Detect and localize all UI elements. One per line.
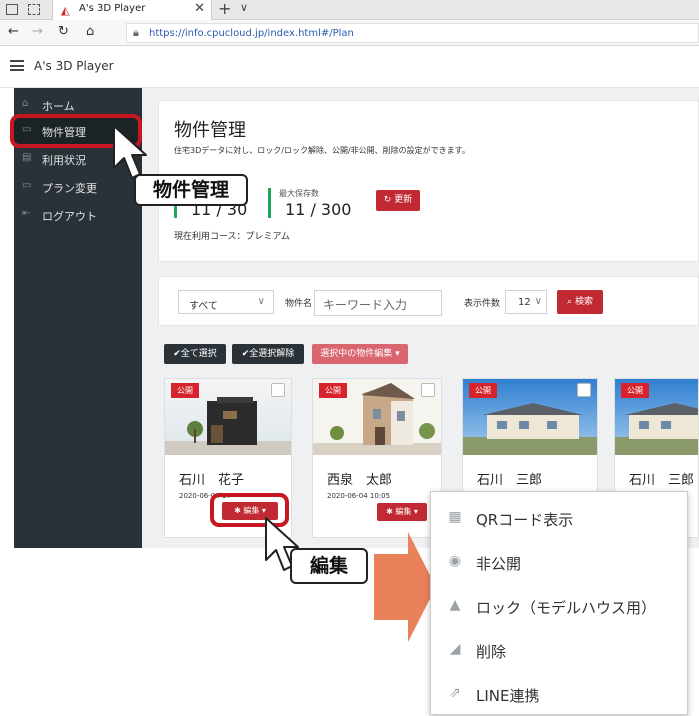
updated-date: 2020-06-04 10:05 (327, 492, 391, 500)
public-badge: 公開 (171, 383, 199, 398)
lock-icon: ▲ (449, 597, 461, 613)
logout-icon: ⇤ (22, 208, 31, 219)
refresh-label: 更新 (394, 195, 413, 205)
chart-icon: ▤ (22, 152, 32, 163)
share-icon: ⇗ (449, 685, 461, 701)
keyword-placeholder: キーワード入力 (323, 298, 408, 312)
public-badge: 公開 (469, 383, 497, 398)
address-url[interactable]: https://info.cpucloud.jp/index.html#/Pla… (149, 28, 354, 39)
forward-icon[interactable]: → (32, 24, 43, 39)
browser-nav-bar: ← → ↻ ⌂ 🔒︎ https://info.cpucloud.jp/inde… (0, 20, 699, 46)
new-tab-button[interactable]: + (218, 0, 231, 18)
eye-slash-icon: ◉ (448, 553, 462, 569)
caret-down-icon: ▾ (395, 349, 400, 359)
refresh-button[interactable]: ↻ 更新 (376, 190, 420, 211)
public-badge: 公開 (621, 383, 649, 398)
owner-name: 石川 花子 (179, 473, 245, 488)
address-bar[interactable]: 🔒︎ https://info.cpucloud.jp/index.html#/… (126, 23, 699, 43)
sidebar-item-label: ホーム (42, 100, 75, 113)
refresh-icon: ↻ (383, 195, 392, 205)
select-checkbox[interactable] (421, 383, 435, 397)
tab-dropdown-icon[interactable]: ∨ (240, 1, 248, 14)
caret-down-icon: ▾ (413, 507, 418, 516)
select-checkbox[interactable] (271, 383, 285, 397)
site-lock-icon: 🔒︎ (133, 26, 139, 39)
keyword-input[interactable]: キーワード入力 (314, 290, 442, 316)
hamburger-menu-icon[interactable] (10, 60, 24, 71)
page-description: 住宅3Dデータに対し、ロック/ロック解除、公開/非公開、削除の設定ができます。 (174, 146, 470, 155)
property-card[interactable]: 公開 西泉 太郎 2020-06-04 10:05 ✱ 編集 ▾ (312, 378, 442, 538)
property-thumbnail[interactable]: 公開 (463, 379, 597, 455)
refresh-icon[interactable]: ↻ (58, 24, 69, 39)
select-all-button[interactable]: ✔全て選択 (164, 344, 226, 364)
tab-close-icon[interactable]: ✕ (194, 1, 205, 16)
chevron-down-icon: ∨ (257, 296, 265, 307)
sidebar-item-logout[interactable]: ⇤ ログアウト (14, 202, 142, 228)
property-thumbnail[interactable]: 公開 (165, 379, 291, 455)
app-favicon-icon: ◭ (61, 4, 70, 17)
page-title: 物件管理 (174, 120, 246, 141)
app-title: A's 3D Player (34, 59, 114, 73)
menu-item-qr-code[interactable]: ▦ QRコード表示 (431, 496, 689, 540)
owner-name: 石川 三郎 (477, 473, 543, 488)
stat-value: 11 / 300 (285, 200, 352, 219)
edit-label: 編集 (395, 507, 412, 516)
chevron-down-icon: ∨ (534, 296, 542, 307)
public-badge: 公開 (319, 383, 347, 398)
current-course: 現在利用コース：プレミアム (174, 232, 290, 242)
callout-edit: 編集 (290, 548, 368, 584)
status-select-value: すべて (189, 301, 218, 312)
tab-groups-icon[interactable] (28, 4, 40, 15)
orange-arrow-icon (374, 532, 436, 642)
browser-tab-bar: ◭ A's 3D Player ✕ + ∨ (0, 0, 699, 20)
menu-item-label: ロック（モデルハウス用） (476, 599, 657, 617)
edit-dropdown-menu: ▦ QRコード表示 ◉ 非公開 ▲ ロック（モデルハウス用） ◢ 削除 ⇗ LI… (430, 491, 688, 715)
search-icon: ⌕ (567, 297, 573, 307)
sidebar-item-label: プラン変更 (42, 182, 97, 195)
status-select[interactable]: すべて ∨ (178, 290, 274, 314)
back-icon[interactable]: ← (8, 24, 19, 39)
menu-item-lock[interactable]: ▲ ロック（モデルハウス用） (431, 584, 689, 628)
card-icon: ▭ (22, 180, 32, 191)
eraser-icon: ◢ (449, 641, 461, 657)
property-thumbnail[interactable]: 公開 (615, 379, 698, 455)
count-select[interactable]: 12 ∨ (505, 290, 547, 314)
card-edit-button[interactable]: ✱ 編集 ▾ (377, 503, 427, 521)
property-thumbnail[interactable]: 公開 (313, 379, 441, 455)
menu-item-label: 非公開 (476, 555, 522, 573)
tab-actions-icon[interactable] (6, 4, 18, 15)
owner-name: 石川 三郎 (629, 473, 695, 488)
menu-item-line[interactable]: ⇗ LINE連携 (431, 672, 689, 716)
sidebar-item-label: 利用状況 (42, 154, 86, 167)
menu-item-label: 削除 (476, 643, 507, 661)
app-header: A's 3D Player (0, 46, 699, 88)
bulk-edit-label: 選択中の物件編集 (320, 349, 393, 359)
menu-item-label: QRコード表示 (476, 511, 574, 529)
stat-max-storage: 最大保存数 11 / 300 (268, 188, 358, 219)
menu-item-private[interactable]: ◉ 非公開 (431, 540, 689, 584)
browser-tab[interactable]: ◭ A's 3D Player ✕ (52, 0, 212, 20)
name-label: 物件名 (285, 299, 313, 309)
menu-item-delete[interactable]: ◢ 削除 (431, 628, 689, 672)
select-checkbox[interactable] (577, 383, 591, 397)
sidebar-item-label: ログアウト (42, 210, 97, 223)
gear-icon: ✱ (386, 507, 393, 516)
stat-label: 最大保存数 (279, 189, 319, 198)
callout-property-management: 物件管理 (134, 174, 248, 206)
qr-code-icon: ▦ (448, 509, 462, 525)
home-icon[interactable]: ⌂ (86, 24, 94, 39)
search-label: 検索 (574, 297, 593, 307)
menu-item-label: LINE連携 (476, 687, 540, 705)
search-button[interactable]: ⌕ 検索 (557, 290, 603, 314)
bulk-edit-button[interactable]: 選択中の物件編集 ▾ (312, 344, 408, 364)
deselect-all-button[interactable]: ✔全選択解除 (232, 344, 304, 364)
count-label: 表示件数 (464, 299, 501, 309)
home-icon: ⌂ (22, 98, 29, 109)
tab-title: A's 3D Player (79, 3, 146, 14)
count-select-value: 12 (518, 297, 531, 308)
owner-name: 西泉 太郎 (327, 473, 393, 488)
